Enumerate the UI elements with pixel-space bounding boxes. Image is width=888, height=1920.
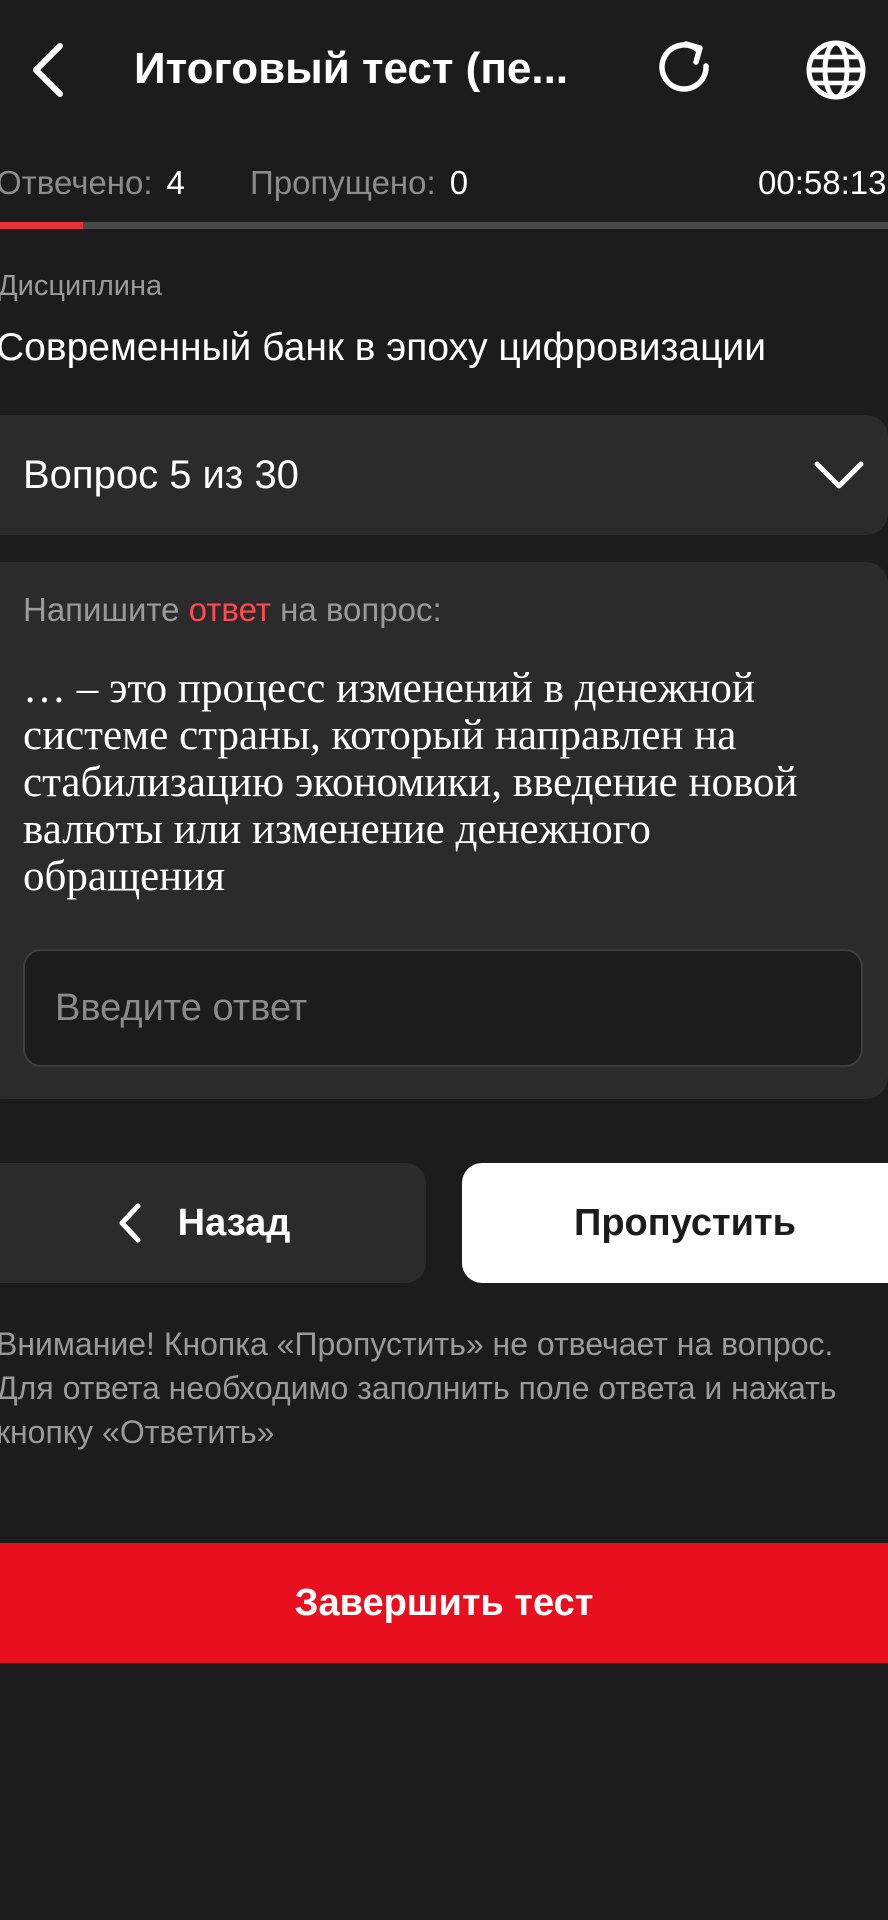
question-instruction: Напишите ответ на вопрос:	[23, 588, 442, 632]
skip-warning: Внимание! Кнопка «Пропустить» не отвечае…	[0, 1326, 837, 1450]
instruction-prefix: Напишите	[23, 591, 180, 628]
skipped-stat: Пропущено: 0	[250, 160, 468, 206]
chevron-down-icon	[814, 461, 864, 489]
question-selector-label: Вопрос 5 из 30	[23, 453, 299, 497]
skip-button[interactable]: Пропустить	[462, 1163, 888, 1283]
answer-input[interactable]	[23, 949, 863, 1067]
back-button[interactable]	[18, 30, 78, 110]
reload-icon	[659, 41, 709, 92]
progress-bar-fill	[0, 222, 83, 229]
answered-count: 4	[166, 164, 185, 201]
reload-button[interactable]	[650, 32, 722, 104]
skipped-label: Пропущено:	[250, 164, 436, 201]
chevron-left-icon	[116, 1201, 144, 1245]
skip-label: Пропустить	[574, 1201, 796, 1244]
stats-row: Отвечено: 4 Пропущено: 0 00:58:13	[0, 160, 888, 210]
back-question-label: Назад	[177, 1201, 291, 1244]
timer: 00:58:13	[758, 164, 887, 201]
skipped-count: 0	[449, 164, 469, 201]
question-selector[interactable]: Вопрос 5 из 30	[0, 415, 888, 535]
question-card: Напишите ответ на вопрос: … – это процес…	[0, 562, 888, 1099]
top-bar: Итоговый тест (пе...	[0, 0, 888, 140]
globe-icon	[806, 40, 866, 100]
answered-label: Отвечено:	[0, 164, 153, 201]
page-title: Итоговый тест (пе...	[134, 44, 569, 93]
question-text: … – это процесс изменений в денежной сис…	[23, 665, 798, 900]
answered-stat: Отвечено: 4	[0, 160, 185, 206]
finish-test-button[interactable]: Завершить тест	[0, 1543, 888, 1663]
back-question-button[interactable]: Назад	[0, 1163, 426, 1283]
discipline-caption: Дисциплина	[0, 270, 163, 302]
instruction-accent: ответ	[188, 591, 271, 628]
progress-bar	[0, 222, 888, 229]
instruction-suffix: на вопрос:	[280, 591, 442, 628]
finish-test-label: Завершить тест	[294, 1581, 594, 1624]
chevron-left-icon	[33, 43, 63, 97]
language-button[interactable]	[798, 32, 874, 108]
discipline-name: Современный банк в эпоху цифровизации	[0, 326, 766, 369]
